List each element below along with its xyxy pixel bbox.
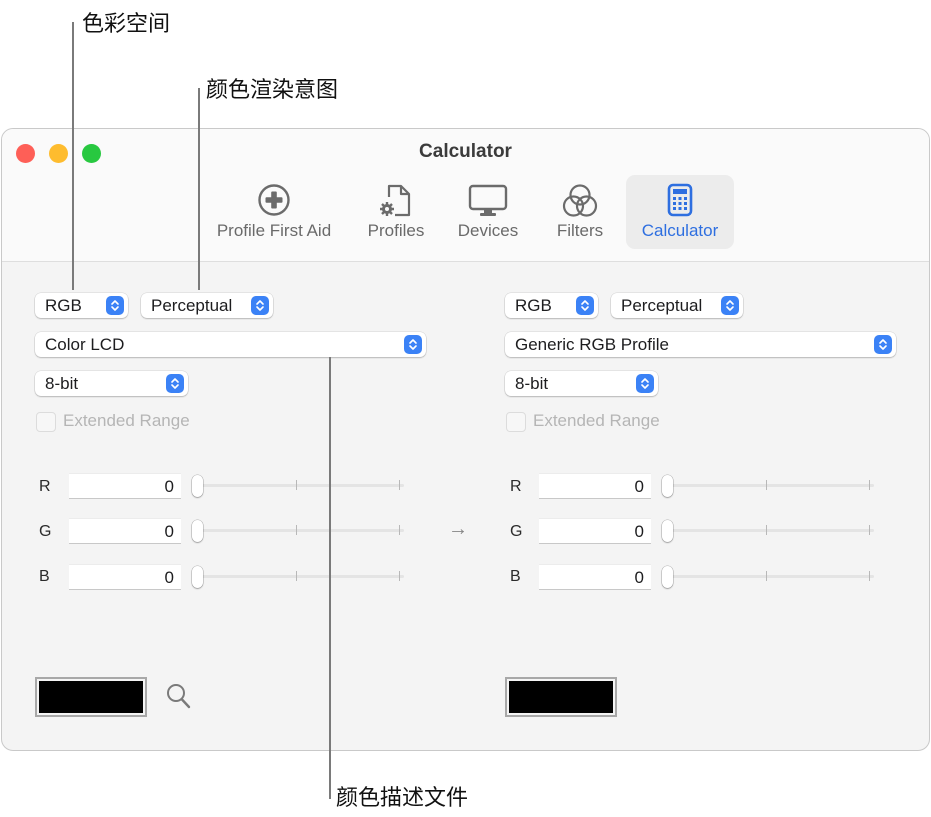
popup-value: 8-bit [515, 374, 549, 393]
slider-knob[interactable] [192, 475, 203, 497]
tab-profiles[interactable]: Profiles [358, 175, 434, 249]
display-icon [468, 183, 508, 224]
channel-label-r: R [39, 478, 51, 495]
source-rendering-intent-popup[interactable]: Perceptual [141, 293, 273, 318]
callout-line-color-space [72, 22, 74, 290]
titlebar: Calculator Profile First Aid Profiles De… [2, 129, 929, 262]
field-value: 0 [634, 477, 644, 496]
channel-label-r: R [510, 478, 522, 495]
chevron-updown-icon [166, 374, 184, 393]
source-profile-popup[interactable]: Color LCD [35, 332, 426, 357]
slider-knob[interactable] [192, 566, 203, 588]
chevron-updown-icon [404, 335, 422, 354]
popup-value: RGB [45, 296, 82, 315]
dest-b-field[interactable]: 0 [539, 564, 651, 590]
dest-r-field[interactable]: 0 [539, 473, 651, 499]
popup-value: Perceptual [151, 296, 233, 315]
field-value: 0 [164, 477, 174, 496]
field-value: 0 [164, 568, 174, 587]
tab-profile-first-aid[interactable]: Profile First Aid [206, 175, 342, 249]
chevron-updown-icon [636, 374, 654, 393]
magnifier-icon[interactable] [166, 683, 192, 716]
dest-profile-popup[interactable]: Generic RGB Profile [505, 332, 896, 357]
slider-knob[interactable] [192, 520, 203, 542]
source-bit-depth-popup[interactable]: 8-bit [35, 371, 188, 396]
dest-g-slider[interactable] [662, 520, 874, 542]
tab-devices[interactable]: Devices [450, 175, 526, 249]
chevron-updown-icon [874, 335, 892, 354]
plus-circle-icon [257, 183, 291, 222]
tab-label: Profile First Aid [216, 221, 332, 240]
field-value: 0 [634, 568, 644, 587]
tab-filters[interactable]: Filters [544, 175, 616, 249]
callout-color-profile: 颜色描述文件 [336, 786, 469, 811]
slider-knob[interactable] [662, 566, 673, 588]
tab-label: Filters [556, 221, 604, 240]
source-r-slider[interactable] [192, 475, 404, 497]
channel-label-g: G [39, 523, 52, 540]
dest-g-field[interactable]: 0 [539, 518, 651, 544]
callout-line-rendering-intent [198, 88, 200, 290]
source-r-field[interactable]: 0 [69, 473, 181, 499]
chevron-updown-icon [721, 296, 739, 315]
field-value: 0 [164, 522, 174, 541]
tab-label: Calculator [641, 221, 719, 240]
source-b-slider[interactable] [192, 566, 404, 588]
extended-range-checkbox[interactable] [506, 412, 526, 432]
dest-r-slider[interactable] [662, 475, 874, 497]
dest-color-space-popup[interactable]: RGB [505, 293, 598, 318]
callout-color-space: 色彩空间 [82, 12, 171, 37]
extended-range-checkbox[interactable] [36, 412, 56, 432]
popup-value: 8-bit [45, 374, 79, 393]
popup-value: Color LCD [45, 335, 125, 354]
popup-value: Perceptual [621, 296, 703, 315]
overlapping-circles-icon [561, 183, 599, 224]
source-g-field[interactable]: 0 [69, 518, 181, 544]
chevron-updown-icon [251, 296, 269, 315]
dest-color-swatch [505, 677, 617, 717]
source-g-slider[interactable] [192, 520, 404, 542]
tab-label: Profiles [367, 221, 425, 240]
callout-line-color-profile [329, 357, 331, 799]
dest-rendering-intent-popup[interactable]: Perceptual [611, 293, 743, 318]
slider-knob[interactable] [662, 475, 673, 497]
checkbox-label: Extended Range [533, 411, 660, 430]
channel-label-b: B [39, 568, 50, 585]
source-color-swatch[interactable] [35, 677, 147, 717]
source-b-field[interactable]: 0 [69, 564, 181, 590]
channel-label-b: B [510, 568, 521, 585]
checkbox-label: Extended Range [63, 411, 190, 430]
window-title: Calculator [419, 141, 512, 162]
dest-b-slider[interactable] [662, 566, 874, 588]
field-value: 0 [634, 522, 644, 541]
popup-value: Generic RGB Profile [515, 335, 669, 354]
channel-label-g: G [510, 523, 523, 540]
popup-value: RGB [515, 296, 552, 315]
document-gear-icon [377, 183, 415, 224]
callout-rendering-intent: 颜色渲染意图 [206, 78, 339, 103]
conversion-arrow-icon: → [448, 518, 468, 540]
dest-bit-depth-popup[interactable]: 8-bit [505, 371, 658, 396]
tab-label: Devices [457, 221, 519, 240]
slider-knob[interactable] [662, 520, 673, 542]
calculator-window: Calculator Profile First Aid Profiles De… [1, 128, 930, 751]
chevron-updown-icon [576, 296, 594, 315]
source-color-space-popup[interactable]: RGB [35, 293, 128, 318]
tab-calculator[interactable]: Calculator [626, 175, 734, 249]
chevron-updown-icon [106, 296, 124, 315]
calculator-icon [667, 183, 693, 224]
